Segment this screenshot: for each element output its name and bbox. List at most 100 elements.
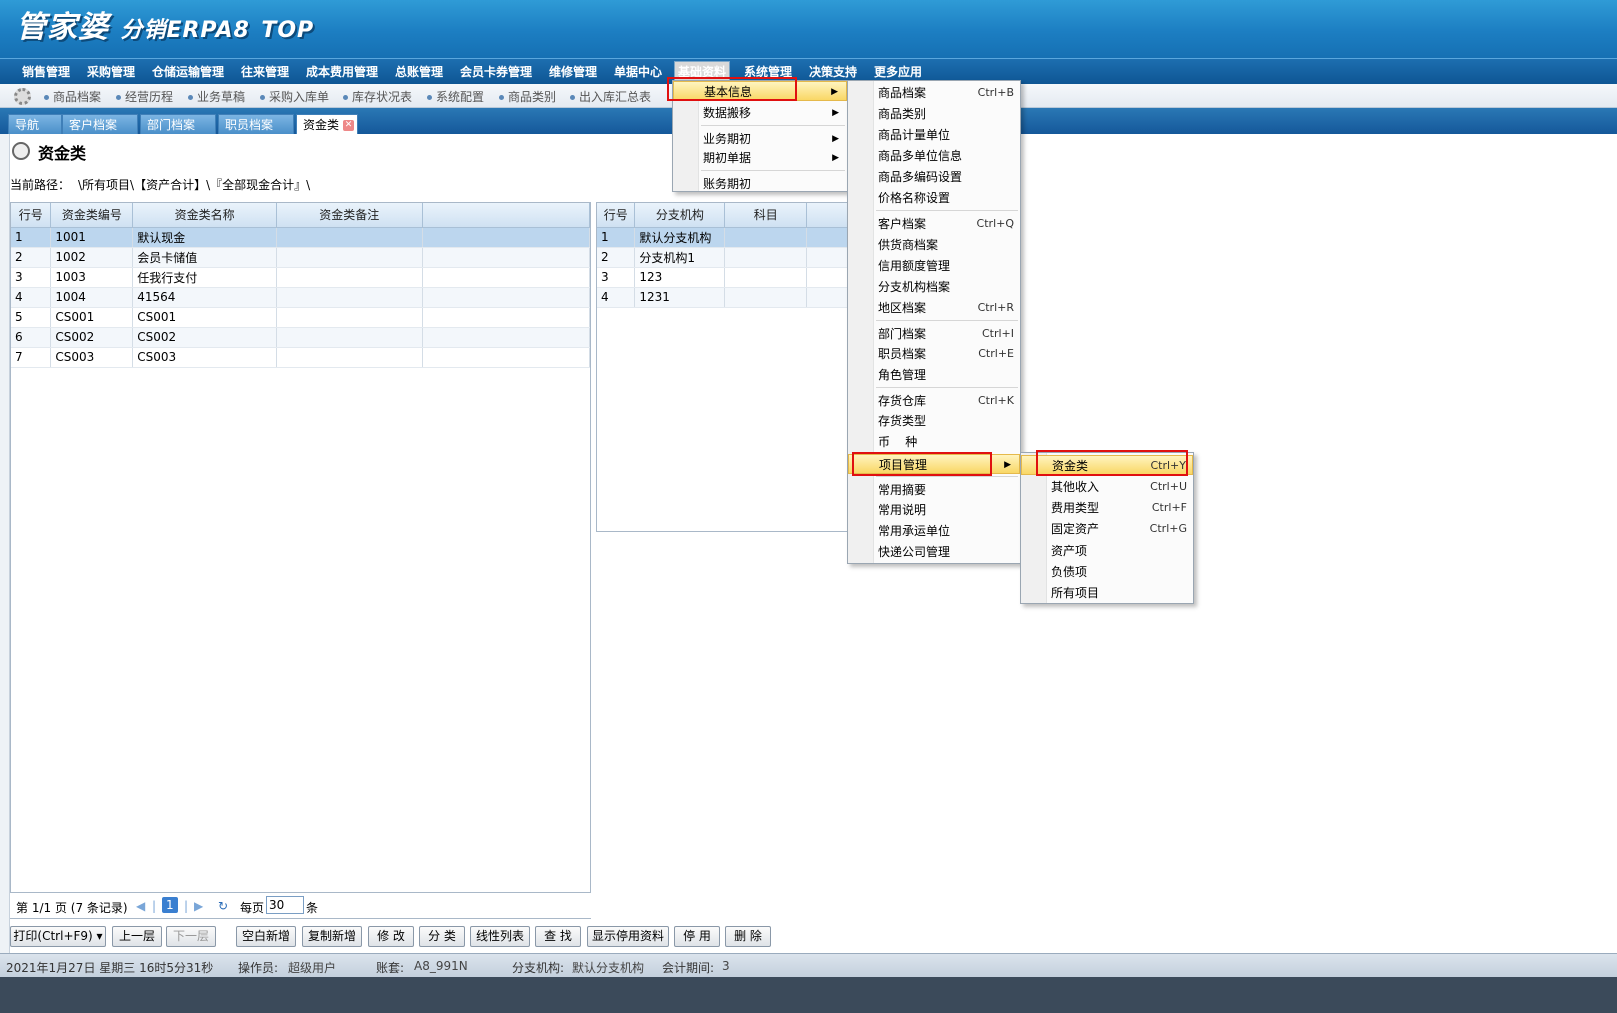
linear-list-button[interactable]: 线性列表 [470,926,530,947]
refresh-icon[interactable]: ↻ [218,899,228,913]
cell: 6 [11,327,52,348]
tab-department[interactable]: 部门档案 [140,114,216,134]
cell: 3 [11,267,52,288]
menu-item-multi-code[interactable]: 商品多编码设置 [848,167,1020,187]
menu-item-department-file[interactable]: 部门档案 Ctrl+I [848,324,1020,344]
menu-item-account-opening[interactable]: 账务期初 [673,174,847,194]
menu-item-express-companies[interactable]: 快递公司管理 [848,542,1020,562]
tab-customer[interactable]: 客户档案 [62,114,138,134]
cell [422,307,591,328]
menu-item-role-management[interactable]: 角色管理 [848,365,1020,385]
per-page-input[interactable] [266,896,304,914]
classify-button[interactable]: 分 类 [419,926,465,947]
col-header[interactable]: 科目 [724,203,808,228]
table-row[interactable]: 2 分支机构1 [597,247,857,268]
up-level-button[interactable]: 上一层 [112,926,162,947]
col-header[interactable]: 分支机构 [634,203,726,228]
table-row[interactable]: 1 1001 默认现金 [11,227,591,248]
menu-more-apps[interactable]: 更多应用 [871,63,925,81]
cell [276,327,423,348]
menu-purchase[interactable]: 采购管理 [84,63,138,81]
fund-type-grid: 行号 资金类编号 资金类名称 资金类备注 1 1001 默认现金 2 1002 会员卡储… [10,202,591,919]
col-header[interactable]: 行号 [597,203,636,228]
col-header[interactable]: 资金类备注 [276,203,423,228]
menu-decision[interactable]: 决策支持 [806,63,860,81]
menu-item-carriers[interactable]: 常用承运单位 [848,521,1020,541]
menu-item-label: 快递公司管理 [878,545,951,559]
table-row[interactable]: 4 1004 41564 [11,287,591,308]
menu-item-liability-items[interactable]: 负债项 [1021,562,1193,582]
menu-item-expense-type[interactable]: 费用类型 Ctrl+F [1021,498,1193,518]
menu-item-customer-file[interactable]: 客户档案 Ctrl+Q [848,214,1020,234]
menu-membership[interactable]: 会员卡券管理 [457,63,535,81]
menu-item-credit-limit[interactable]: 信用额度管理 [848,256,1020,276]
menu-item-asset-items[interactable]: 资产项 [1021,541,1193,561]
menu-item-product-file[interactable]: 商品档案 Ctrl+B [848,83,1020,103]
menu-item-common-notes[interactable]: 常用说明 [848,500,1020,520]
quick-link[interactable]: 业务草稿 [188,88,245,105]
quick-link[interactable]: 系统配置 [427,88,484,105]
close-icon[interactable]: ✕ [343,120,355,131]
menu-item-other-income[interactable]: 其他收入 Ctrl+U [1021,477,1193,497]
table-row[interactable]: 4 1231 [597,287,857,308]
menu-ledger[interactable]: 总账管理 [392,63,446,81]
table-row[interactable]: 3 123 [597,267,857,288]
current-page[interactable]: 1 [162,897,178,913]
delete-button[interactable]: 删 除 [725,926,771,947]
quick-link[interactable]: 采购入库单 [260,88,329,105]
menu-item-business-opening[interactable]: 业务期初 ▶ [673,129,847,149]
menu-item-price-names[interactable]: 价格名称设置 [848,188,1020,208]
menu-item-supplier-file[interactable]: 供货商档案 [848,235,1020,255]
menu-documents[interactable]: 单据中心 [611,63,665,81]
quick-link[interactable]: 库存状况表 [343,88,412,105]
edit-button[interactable]: 修 改 [368,926,414,947]
menu-warehouse[interactable]: 仓储运输管理 [149,63,227,81]
show-disabled-button[interactable]: 显示停用资料 [587,926,669,947]
find-button[interactable]: 查 找 [535,926,581,947]
menu-item-all-projects[interactable]: 所有项目 [1021,583,1193,603]
next-page-icon[interactable]: ▶ [194,899,203,913]
col-header[interactable]: 资金类编号 [50,203,134,228]
tab-fund-type[interactable]: 资金类 ✕ [296,114,358,134]
menu-sales[interactable]: 销售管理 [19,63,73,81]
print-button[interactable]: 打印(Ctrl+F9) ▾ [10,926,106,947]
table-row[interactable]: 3 1003 任我行支付 [11,267,591,288]
quick-link[interactable]: 商品类别 [499,88,556,105]
menu-item-common-summary[interactable]: 常用摘要 [848,480,1020,500]
prev-page-icon[interactable]: ◀ [136,899,145,913]
quick-link[interactable]: 商品档案 [44,88,101,105]
menu-item-branch-file[interactable]: 分支机构档案 [848,277,1020,297]
table-row[interactable]: 6 CS002 CS002 [11,327,591,348]
menu-repair[interactable]: 维修管理 [546,63,600,81]
quick-link[interactable]: 经营历程 [116,88,173,105]
tab-employee[interactable]: 职员档案 [218,114,294,134]
menu-item-product-category[interactable]: 商品类别 [848,104,1020,124]
menu-item-data-migration[interactable]: 数据搬移 ▶ [673,103,847,123]
table-row[interactable]: 5 CS001 CS001 [11,307,591,328]
col-header[interactable]: 行号 [11,203,52,228]
menu-item-product-unit[interactable]: 商品计量单位 [848,125,1020,145]
menu-item-employee-file[interactable]: 职员档案 Ctrl+E [848,344,1020,364]
down-level-button[interactable]: 下一层 [166,926,216,947]
col-header[interactable]: 资金类名称 [132,203,277,228]
menu-item-warehouse[interactable]: 存货仓库 Ctrl+K [848,391,1020,411]
menu-item-multi-unit[interactable]: 商品多单位信息 [848,146,1020,166]
copy-new-button[interactable]: 复制新增 [302,926,362,947]
menu-item-opening-docs[interactable]: 期初单据 ▶ [673,148,847,168]
table-row[interactable]: 2 1002 会员卡储值 [11,247,591,268]
quick-link[interactable]: 出入库汇总表 [570,88,651,105]
menu-item-region-file[interactable]: 地区档案 Ctrl+R [848,298,1020,318]
col-header[interactable] [422,203,591,228]
menu-cost[interactable]: 成本费用管理 [303,63,381,81]
disable-button[interactable]: 停 用 [674,926,720,947]
tab-navigation[interactable]: 导航 [8,114,62,134]
menu-item-currency[interactable]: 币 种 [848,432,1020,452]
menu-item-stock-type[interactable]: 存货类型 [848,411,1020,431]
blank-new-button[interactable]: 空白新增 [236,926,296,947]
table-row[interactable]: 1 默认分支机构 [597,227,857,248]
table-row[interactable]: 7 CS003 CS003 [11,347,591,368]
menu-item-fixed-assets[interactable]: 固定资产 Ctrl+G [1021,519,1193,539]
menu-accounts[interactable]: 往来管理 [238,63,292,81]
menu-separator [876,476,1018,477]
gear-icon[interactable] [14,88,31,105]
